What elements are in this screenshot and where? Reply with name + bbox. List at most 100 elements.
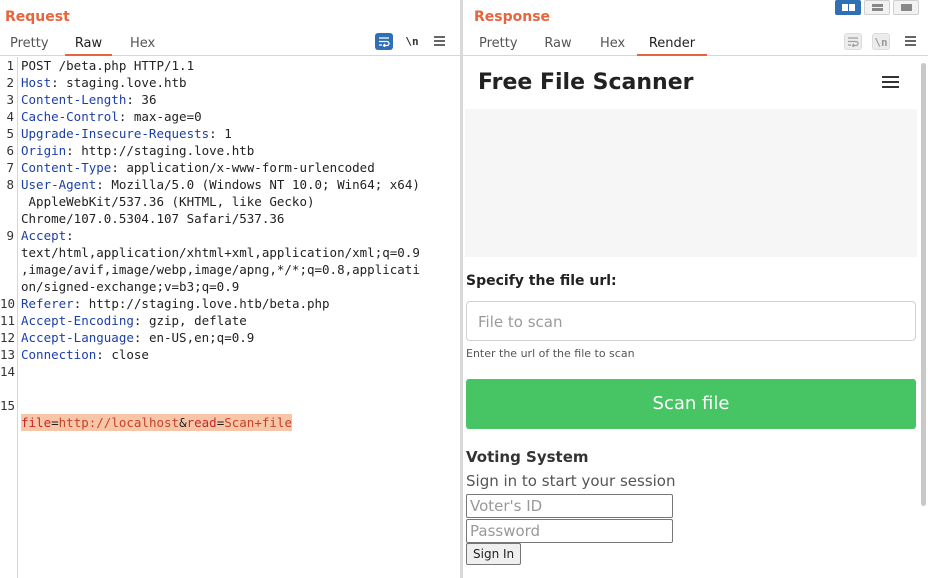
header-name: Content-Type <box>21 160 112 175</box>
line-number: 7 <box>6 160 14 175</box>
request-line-text: ,image/avif,image/webp,image/apng,*/*;q=… <box>21 261 420 278</box>
request-line-text: text/html,application/xhtml+xml,applicat… <box>21 244 420 261</box>
scan-file-button[interactable]: Scan file <box>466 379 916 429</box>
header-name: User-Agent <box>21 177 97 192</box>
request-tab-pretty[interactable]: Pretty <box>10 35 49 56</box>
request-line: 13 Connection: close <box>0 346 460 363</box>
request-menu-button[interactable] <box>430 33 448 50</box>
response-wrap-lines-toggle[interactable] <box>844 33 862 50</box>
show-newlines-toggle[interactable]: \n <box>403 33 421 50</box>
request-line: 6 Origin: http://staging.love.htb <box>0 142 460 159</box>
file-url-input[interactable]: File to scan <box>466 301 916 341</box>
param-value-file: http://localhost <box>58 415 180 430</box>
header-name: Origin <box>21 143 67 158</box>
request-tab-hex[interactable]: Hex <box>130 35 155 56</box>
response-show-newlines-toggle[interactable]: \n <box>872 33 890 50</box>
voter-id-input[interactable]: Voter's ID <box>466 494 673 518</box>
response-title: Response <box>474 9 551 25</box>
header-value: 1 <box>224 126 232 141</box>
request-line: on/signed-exchange;v=b3;q=0.9 <box>0 278 460 295</box>
request-line-text: Accept-Encoding: gzip, deflate <box>21 312 247 329</box>
response-menu-button[interactable] <box>901 33 919 50</box>
password-input[interactable]: Password <box>466 519 673 543</box>
request-line-text: POST /beta.php HTTP/1.1 <box>21 57 194 74</box>
page-title: Free File Scanner <box>478 70 694 95</box>
line-number: 14 <box>0 364 16 379</box>
line-number: 6 <box>6 143 14 158</box>
request-line: 2 Host: staging.love.htb <box>0 74 460 91</box>
request-line-text: Connection: close <box>21 346 149 363</box>
line-number: 15 <box>0 398 16 413</box>
header-separator: : <box>96 347 112 362</box>
header-value: application/x-www-form-urlencoded <box>126 160 375 175</box>
request-line-text: Upgrade-Insecure-Requests: 1 <box>21 125 232 142</box>
header-value: 36 <box>141 92 157 107</box>
header-value: POST /beta.php HTTP/1.1 <box>21 58 195 73</box>
menu-icon <box>433 36 445 46</box>
header-name: Accept <box>21 228 67 243</box>
param-key-read: read <box>186 415 217 430</box>
hamburger-menu-icon[interactable] <box>882 76 899 88</box>
line-number: 4 <box>6 109 14 124</box>
rendered-response: Free File Scanner Specify the file url: … <box>465 57 921 578</box>
voting-system-title: Voting System <box>466 448 589 466</box>
header-value: close <box>111 347 149 362</box>
sign-in-button[interactable]: Sign In <box>466 543 522 565</box>
request-line: Chrome/107.0.5304.107 Safari/537.36 <box>0 210 460 227</box>
header-separator: : <box>133 330 149 345</box>
header-value: http://staging.love.htb <box>81 143 255 158</box>
file-url-label: Specify the file url: <box>466 273 617 289</box>
header-name: Host <box>21 75 52 90</box>
header-value: max-age=0 <box>133 109 202 124</box>
header-separator: : <box>96 177 112 192</box>
equals-sign: = <box>51 415 59 430</box>
request-editor[interactable]: 1 POST /beta.php HTTP/1.1 2 Host: staging.l… <box>0 57 460 578</box>
line-number: 2 <box>6 75 14 90</box>
line-number: 13 <box>0 347 16 362</box>
request-line: 12 Accept-Language: en-US,en;q=0.9 <box>0 329 460 346</box>
response-tab-hex[interactable]: Hex <box>600 35 625 56</box>
header-separator: : <box>133 313 149 328</box>
wrap-lines-toggle[interactable] <box>375 33 393 50</box>
header-separator: : <box>66 228 74 243</box>
header-value: on/signed-exchange;v=b3;q=0.9 <box>21 279 240 294</box>
request-line-text: User-Agent: Mozilla/5.0 (Windows NT 10.0… <box>21 176 420 193</box>
request-line: 9 Accept: <box>0 227 460 244</box>
header-separator: : <box>111 160 127 175</box>
request-body[interactable]: file=http://localhost&read=Scan+file <box>21 414 292 431</box>
header-separator: : <box>51 75 67 90</box>
header-name: Connection <box>21 347 97 362</box>
header-value: en-US,en;q=0.9 <box>148 330 255 345</box>
line-number: 5 <box>6 126 14 141</box>
request-body-line: 15 file=http://localhost&read=Scan+file <box>0 380 460 431</box>
line-number: 3 <box>6 92 14 107</box>
request-tab-raw[interactable]: Raw <box>65 35 112 56</box>
request-line: 4 Cache-Control: max-age=0 <box>0 108 460 125</box>
banner-area <box>465 109 917 257</box>
request-title: Request <box>5 9 70 25</box>
request-line: text/html,application/xhtml+xml,applicat… <box>0 244 460 261</box>
header-name: Accept-Encoding <box>21 313 134 328</box>
request-line-text: on/signed-exchange;v=b3;q=0.9 <box>21 278 239 295</box>
header-value: Chrome/107.0.5304.107 Safari/537.36 <box>21 211 285 226</box>
request-line-text: Chrome/107.0.5304.107 Safari/537.36 <box>21 210 284 227</box>
response-tab-render[interactable]: Render <box>637 35 707 56</box>
render-scrollbar[interactable] <box>921 63 926 506</box>
request-line-text: AppleWebKit/537.36 (KHTML, like Gecko) <box>21 193 315 210</box>
header-value: AppleWebKit/537.36 (KHTML, like Gecko) <box>21 194 315 209</box>
header-value: staging.love.htb <box>66 75 187 90</box>
request-line-text: Content-Type: application/x-www-form-url… <box>21 159 375 176</box>
header-separator: : <box>118 109 134 124</box>
response-pane: Response Pretty Raw Hex Render \n Free F… <box>463 0 928 578</box>
response-tab-pretty[interactable]: Pretty <box>479 35 518 56</box>
request-line-text: Cache-Control: max-age=0 <box>21 108 202 125</box>
request-line-text: Host: staging.love.htb <box>21 74 187 91</box>
header-value: http://staging.love.htb/beta.php <box>88 296 330 311</box>
request-line: ,image/avif,image/webp,image/apng,*/*;q=… <box>0 261 460 278</box>
line-number: 9 <box>6 228 14 243</box>
response-tab-raw[interactable]: Raw <box>544 35 572 56</box>
header-separator: : <box>73 296 89 311</box>
line-number: 10 <box>0 296 16 311</box>
request-line: 14 <box>0 363 460 380</box>
param-value-read: Scan+file <box>224 415 292 430</box>
